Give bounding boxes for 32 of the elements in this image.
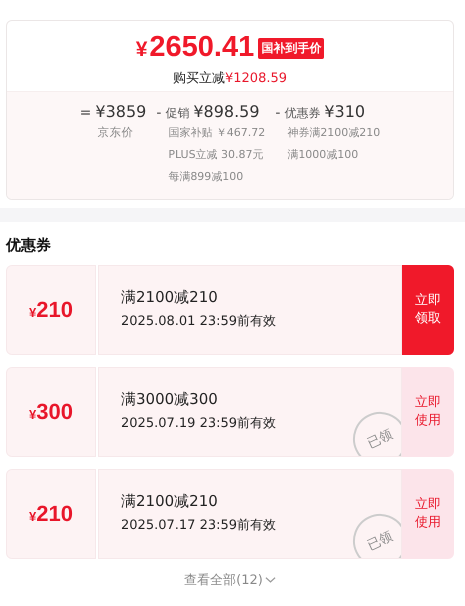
price-tag: 国补到手价 [258,38,324,59]
discount-detail: 满1000减100 [287,147,360,163]
coupon-value: ¥300 [29,399,73,425]
use-button[interactable]: 立即使用 [402,367,454,457]
use-button[interactable]: 立即使用 [402,469,454,559]
coupon-validity: 2025.07.17 23:59前有效 [121,517,278,534]
coupon-value: ¥210 [29,501,73,527]
operator-sign: - [275,105,280,121]
price-amount: ¥310 [324,102,366,121]
price-amount: ¥3859 [95,102,146,121]
discount-detail: 神券满2100减210 [287,125,380,141]
discount-detail: PLUS立减 30.87元 [168,147,265,163]
operator-sign: - [156,105,162,121]
discount-detail: 国家补贴 ￥467.72 [168,125,266,141]
operator-sign: = [80,105,92,121]
coupon-condition: 满2100减210 [121,492,219,511]
coupon-validity: 2025.07.19 23:59前有效 [121,415,278,432]
discount-detail: 每满899减100 [168,169,244,185]
price-amount: ¥898.59 [193,102,260,121]
price-caption: 京东价 [96,124,135,141]
final-price: ¥2650.41 [136,31,254,65]
view-all-link[interactable]: 查看全部(12) [184,571,263,589]
price-label: 优惠券 [284,105,320,122]
coupon-condition: 满2100减210 [121,288,219,307]
section-title: 优惠券 [6,236,52,255]
coupon-condition: 满3000减300 [121,390,219,409]
coupon-value: ¥210 [29,297,73,323]
claim-button[interactable]: 立即领取 [402,265,454,355]
coupon-validity: 2025.08.01 23:59前有效 [121,313,278,330]
chevron-down-icon[interactable] [264,576,276,584]
saving-text: 购买立减¥1208.59 [172,70,288,87]
price-label: 促销 [165,105,190,122]
